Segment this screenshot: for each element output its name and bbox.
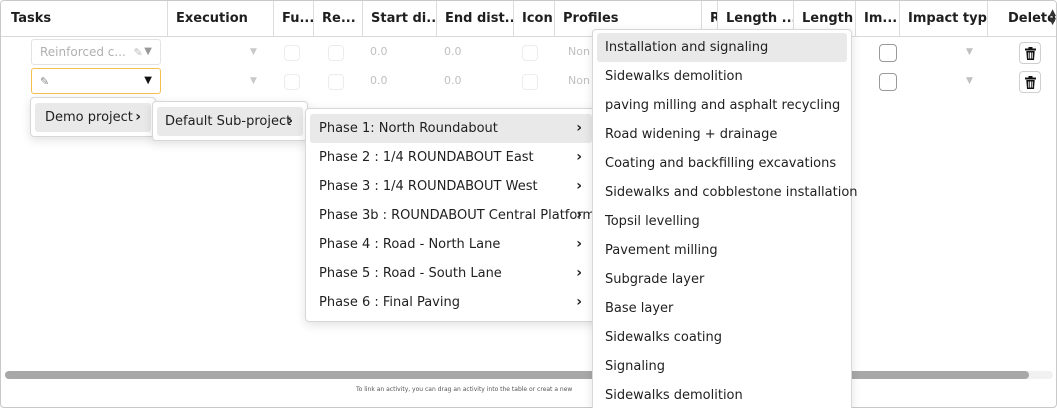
menu-item-label: Phase 1: North Roundabout bbox=[319, 121, 498, 136]
menu-item-label: Phase 3b : ROUNDABOUT Central Platform bbox=[319, 208, 596, 223]
menu-item-phase[interactable]: Phase 4 : Road - North Lane › bbox=[310, 230, 592, 259]
chevron-right-icon: › bbox=[576, 178, 582, 194]
table-row: ✎ ▼ ▼ 0.0 0.0 Non ▼ bbox=[1, 68, 1056, 97]
menu-item-task[interactable]: Installation and signaling bbox=[597, 33, 847, 62]
menu-item-task[interactable]: Topsil levelling bbox=[597, 207, 847, 236]
menu-item-phase[interactable]: Phase 1: North Roundabout › bbox=[310, 114, 592, 143]
chevron-right-icon: › bbox=[576, 236, 582, 252]
start-distance-value[interactable]: 0.0 bbox=[370, 74, 388, 87]
menu-item-phase[interactable]: Phase 5 : Road - South Lane › bbox=[310, 259, 592, 288]
impact-type-dropdown[interactable]: ▼ bbox=[966, 47, 973, 57]
table-header: Tasks Execution Fu... Re... Start di... … bbox=[1, 1, 1056, 37]
re-checkbox[interactable] bbox=[328, 74, 344, 90]
edit-icon: ✎ bbox=[40, 75, 50, 88]
re-checkbox[interactable] bbox=[328, 45, 344, 61]
footer-hint: To link an activity, you can drag an act… bbox=[356, 386, 573, 393]
end-distance-value[interactable]: 0.0 bbox=[444, 45, 462, 58]
menu-item-label: Demo project bbox=[45, 110, 133, 125]
menu-item-task[interactable]: Signaling bbox=[597, 352, 847, 381]
chevron-right-icon: › bbox=[576, 294, 582, 310]
menu-item-label: Phase 5 : Road - South Lane bbox=[319, 266, 502, 281]
chevron-right-icon: › bbox=[576, 207, 582, 223]
chevron-down-icon: ▼ bbox=[144, 46, 152, 57]
menu-item-task[interactable]: Road widening + drainage bbox=[597, 120, 847, 149]
menu-item-phase[interactable]: Phase 2 : 1/4 ROUNDABOUT East › bbox=[310, 143, 592, 172]
menu-item-task[interactable]: Sidewalks coating bbox=[597, 323, 847, 352]
task-select-value: Reinforced c... bbox=[40, 45, 126, 59]
end-distance-value[interactable]: 0.0 bbox=[444, 74, 462, 87]
menu-item-label: Phase 2 : 1/4 ROUNDABOUT East bbox=[319, 150, 534, 165]
impact-checkbox[interactable] bbox=[879, 44, 897, 62]
chevron-right-icon: › bbox=[576, 149, 582, 165]
menu-item-task[interactable]: Coating and backfilling excavations bbox=[597, 149, 847, 178]
sort-icon[interactable]: ▲ ▼ bbox=[1049, 9, 1056, 27]
menu-item-task[interactable]: Sidewalks demolition bbox=[597, 381, 847, 408]
menu-item-task[interactable]: paving milling and asphalt recycling bbox=[597, 91, 847, 120]
column-header-fu[interactable]: Fu... bbox=[273, 1, 313, 37]
menu-item-task[interactable]: Base layer bbox=[597, 294, 847, 323]
column-header-end-distance[interactable]: End dist... bbox=[436, 1, 513, 37]
column-header-re[interactable]: Re... bbox=[313, 1, 362, 37]
table-row: Reinforced c... ✎ ▼ ▼ 0.0 0.0 Non ▼ bbox=[1, 39, 1056, 68]
column-header-icon[interactable]: Icon bbox=[513, 1, 554, 37]
menu-item-label: Phase 3 : 1/4 ROUNDABOUT West bbox=[319, 179, 538, 194]
phase-menu: Phase 1: North Roundabout › Phase 2 : 1/… bbox=[305, 108, 597, 322]
delete-button[interactable] bbox=[1019, 71, 1041, 93]
task-menu: Installation and signaling Sidewalks dem… bbox=[592, 29, 858, 408]
chevron-right-icon: › bbox=[576, 265, 582, 281]
trash-icon bbox=[1025, 47, 1036, 60]
menu-item-phase[interactable]: Phase 3b : ROUNDABOUT Central Platform › bbox=[310, 201, 596, 230]
trash-icon bbox=[1025, 76, 1036, 89]
project-menu: Demo project › bbox=[30, 97, 156, 137]
column-header-execution[interactable]: Execution bbox=[167, 1, 273, 37]
impact-type-dropdown[interactable]: ▼ bbox=[966, 76, 973, 86]
column-header-start-distance[interactable]: Start di... bbox=[362, 1, 436, 37]
column-header-tasks[interactable]: Tasks bbox=[1, 1, 167, 37]
menu-item-phase[interactable]: Phase 3 : 1/4 ROUNDABOUT West › bbox=[310, 172, 592, 201]
icon-cell[interactable] bbox=[522, 45, 538, 61]
horizontal-scrollbar[interactable] bbox=[5, 371, 1053, 379]
column-header-impact-type[interactable]: Impact type bbox=[899, 1, 987, 37]
icon-cell[interactable] bbox=[522, 74, 538, 90]
chevron-right-icon: › bbox=[287, 113, 293, 129]
menu-item-label: Phase 4 : Road - North Lane bbox=[319, 237, 501, 252]
menu-item-label: Default Sub-project bbox=[165, 114, 292, 129]
menu-item-task[interactable]: Pavement milling bbox=[597, 236, 847, 265]
execution-dropdown[interactable]: ▼ bbox=[250, 76, 257, 86]
delete-button[interactable] bbox=[1019, 42, 1041, 64]
profile-value[interactable]: Non bbox=[568, 74, 590, 87]
menu-item-demo-project[interactable]: Demo project › bbox=[35, 103, 151, 132]
chevron-down-icon: ▼ bbox=[144, 75, 152, 86]
chevron-right-icon: › bbox=[135, 109, 141, 125]
menu-item-task[interactable]: Sidewalks and cobblestone installation bbox=[597, 178, 858, 207]
profile-value[interactable]: Non bbox=[568, 45, 590, 58]
scrollbar-thumb[interactable] bbox=[5, 371, 1029, 379]
chevron-right-icon: › bbox=[576, 120, 582, 136]
menu-item-label: Phase 6 : Final Paving bbox=[319, 295, 460, 310]
column-header-im[interactable]: Im... bbox=[855, 1, 899, 37]
start-distance-value[interactable]: 0.0 bbox=[370, 45, 388, 58]
impact-checkbox[interactable] bbox=[879, 73, 897, 91]
menu-item-phase[interactable]: Phase 6 : Final Paving › bbox=[310, 288, 592, 317]
task-select-active[interactable]: ✎ ▼ bbox=[31, 68, 161, 94]
edit-icon: ✎ bbox=[133, 46, 143, 59]
task-select[interactable]: Reinforced c... ✎ ▼ bbox=[31, 39, 161, 65]
fu-checkbox[interactable] bbox=[284, 45, 300, 61]
fu-checkbox[interactable] bbox=[284, 74, 300, 90]
menu-item-task[interactable]: Sidewalks demolition bbox=[597, 62, 847, 91]
execution-dropdown[interactable]: ▼ bbox=[250, 47, 257, 57]
column-header-delete[interactable]: Delete ▲ ▼ bbox=[987, 1, 1056, 37]
subproject-menu: Default Sub-project › bbox=[152, 101, 308, 141]
menu-item-default-subproject[interactable]: Default Sub-project › bbox=[157, 107, 303, 136]
menu-item-task[interactable]: Subgrade layer bbox=[597, 265, 847, 294]
